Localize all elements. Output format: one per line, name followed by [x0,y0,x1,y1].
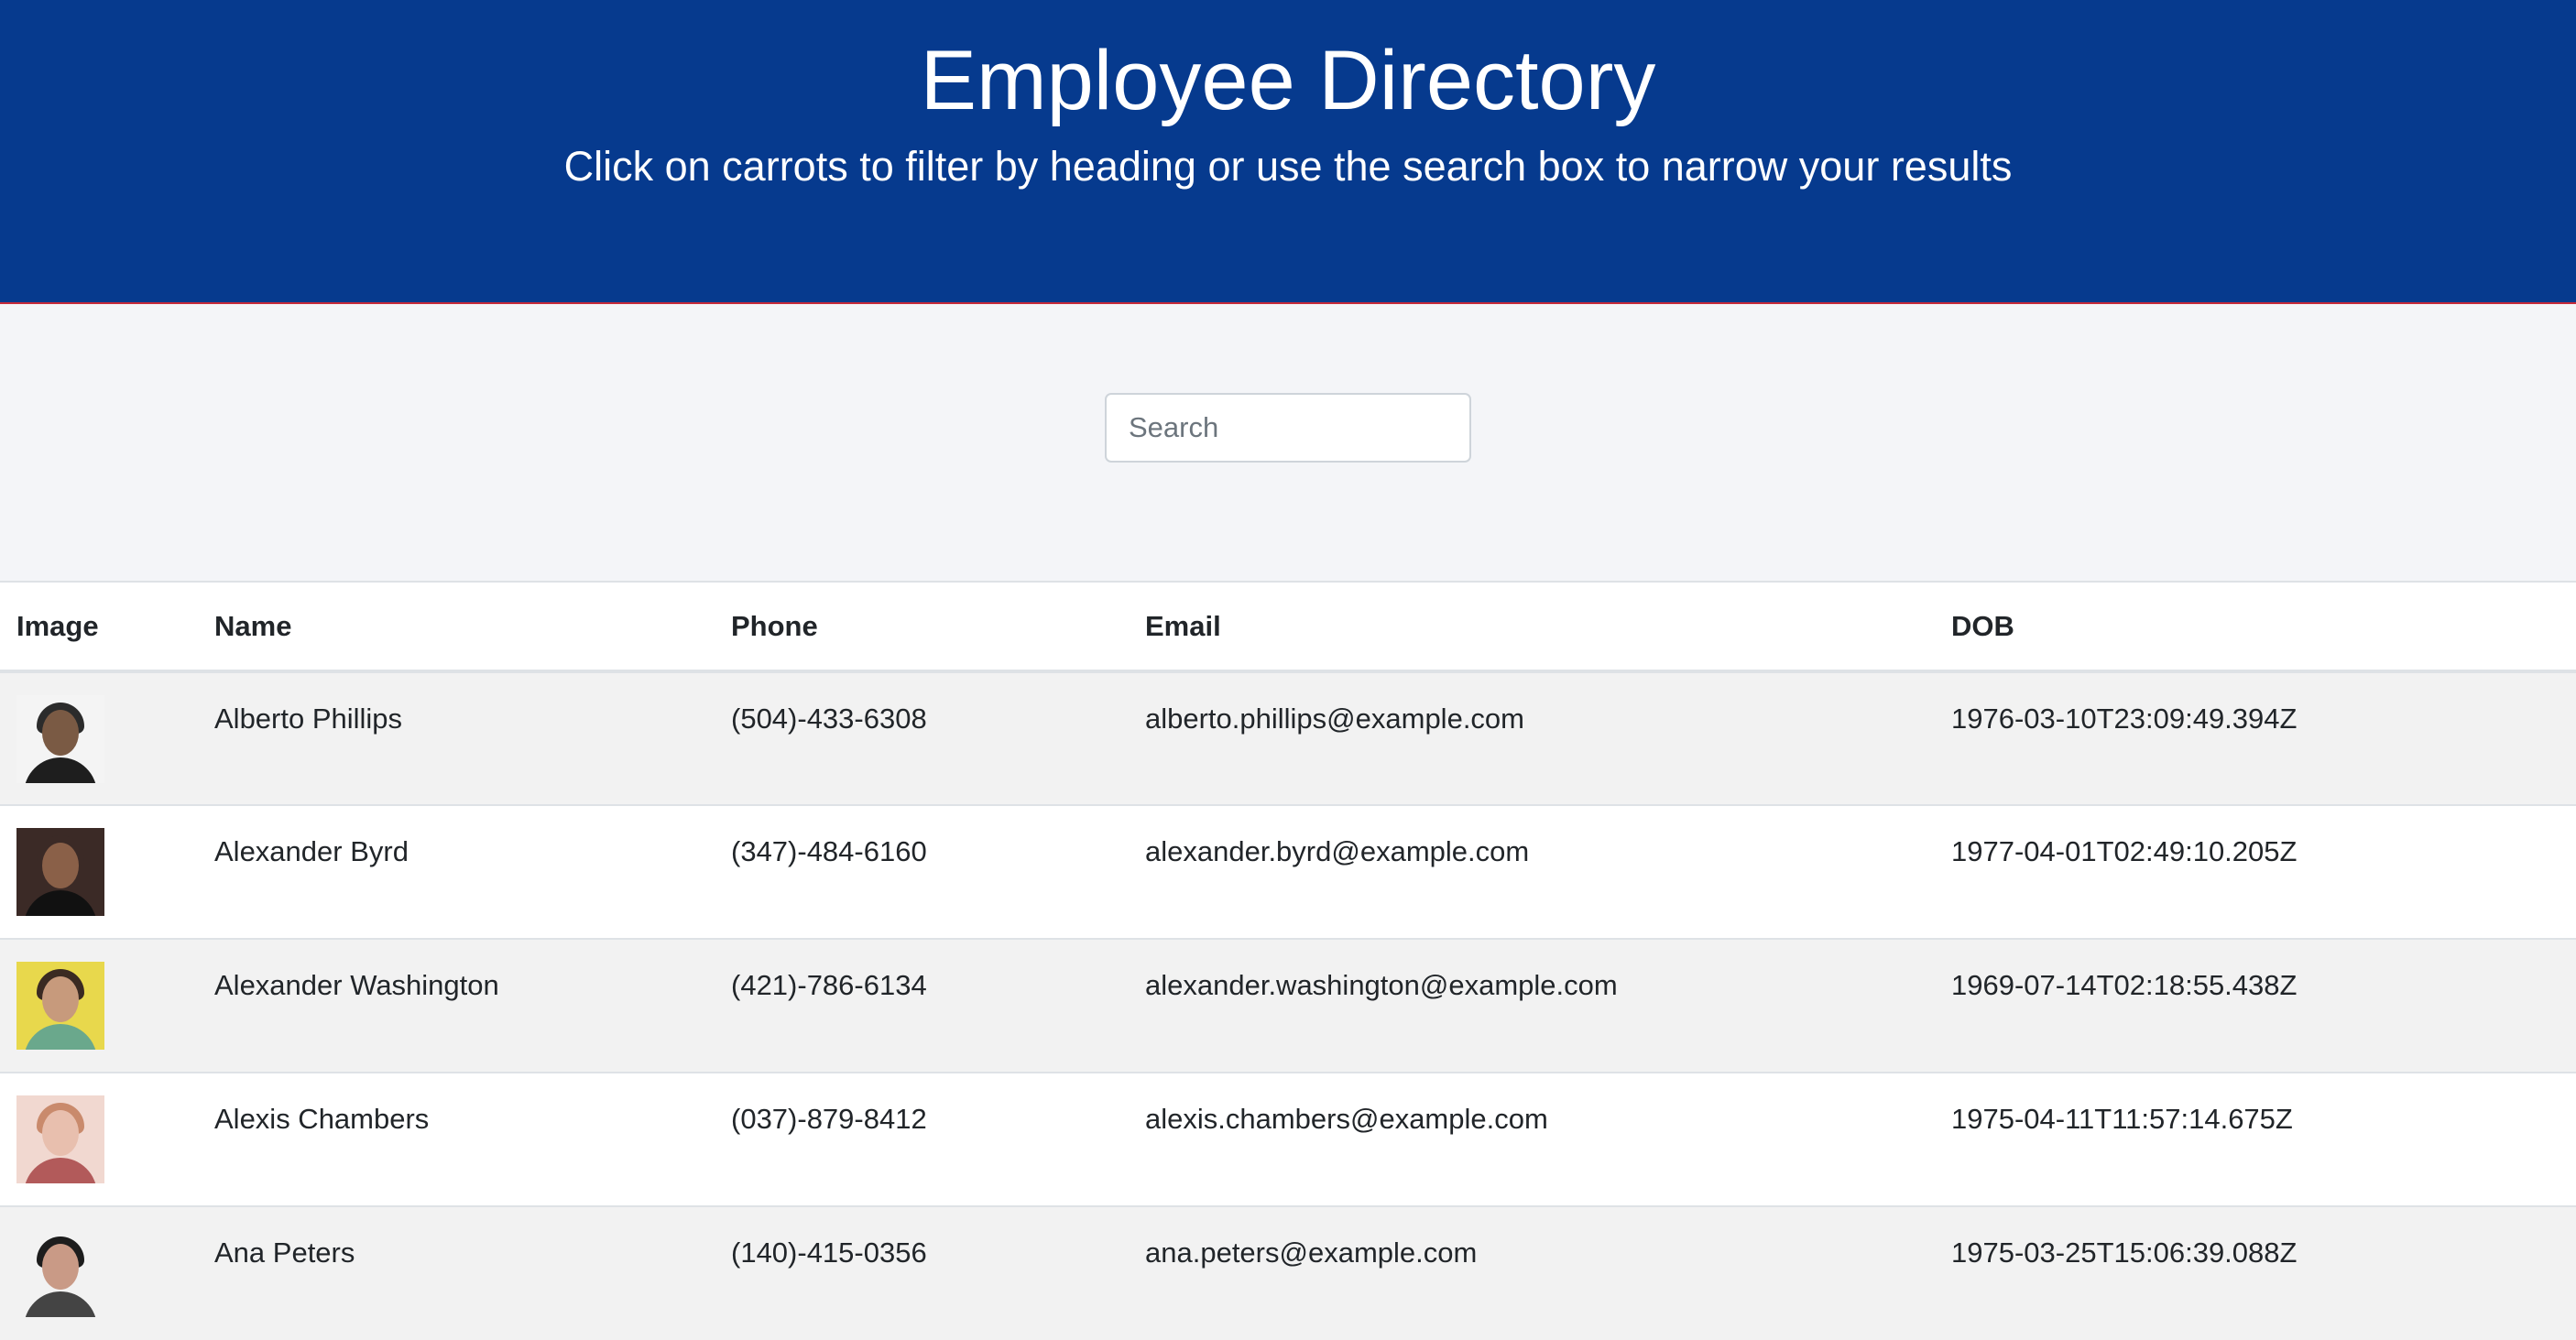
dob-cell: 1975-04-11T11:57:14.675Z [1935,1072,2576,1206]
table-row: Ana Peters (140)-415-0356 ana.peters@exa… [0,1205,2576,1340]
table-header: Image Name Phone Email DOB [0,581,2576,673]
avatar-shoulders [24,1024,97,1050]
image-cell [0,1072,198,1206]
phone-cell: (347)-484-6160 [715,804,1129,939]
dob-cell: 1969-07-14T02:18:55.438Z [1935,938,2576,1073]
avatar-shoulders [24,890,97,916]
avatar-face [42,976,79,1022]
email-cell: alexander.washington@example.com [1129,938,1935,1073]
email-cell: alberto.phillips@example.com [1129,670,1935,805]
image-cell [0,1205,198,1340]
image-cell [0,938,198,1073]
avatar [16,695,104,783]
column-header-phone[interactable]: Phone [715,581,1129,673]
avatar [16,962,104,1050]
employee-table: Image Name Phone Email DOB Alberto Phill… [0,581,2576,1340]
table-header-row: Image Name Phone Email DOB [0,581,2576,673]
table-row: Alberto Phillips (504)-433-6308 alberto.… [0,670,2576,805]
table-row: Alexis Chambers (037)-879-8412 alexis.ch… [0,1072,2576,1206]
search-input[interactable] [1105,393,1471,463]
column-header-image[interactable]: Image [0,581,198,673]
name-cell: Alexander Byrd [198,804,715,939]
page-header: Employee Directory Click on carrots to f… [0,0,2576,304]
dob-cell: 1975-03-25T15:06:39.088Z [1935,1205,2576,1340]
column-header-label: Image [16,609,99,642]
avatar-face [42,843,79,888]
avatar-face [42,1244,79,1290]
column-header-name[interactable]: Name [198,581,715,673]
table-body: Alberto Phillips (504)-433-6308 alberto.… [0,670,2576,1340]
phone-cell: (037)-879-8412 [715,1072,1129,1206]
avatar-shoulders [24,1291,97,1317]
phone-cell: (140)-415-0356 [715,1205,1129,1340]
email-cell: ana.peters@example.com [1129,1205,1935,1340]
name-cell: Alexander Washington [198,938,715,1073]
dob-cell: 1976-03-10T23:09:49.394Z [1935,670,2576,805]
phone-cell: (504)-433-6308 [715,670,1129,805]
email-cell: alexander.byrd@example.com [1129,804,1935,939]
email-cell: alexis.chambers@example.com [1129,1072,1935,1206]
avatar [16,1229,104,1317]
name-cell: Alberto Phillips [198,670,715,805]
name-cell: Alexis Chambers [198,1072,715,1206]
avatar-shoulders [24,1158,97,1183]
column-header-email[interactable]: Email [1129,581,1935,673]
table-row: Alexander Washington (421)-786-6134 alex… [0,938,2576,1073]
name-cell: Ana Peters [198,1205,715,1340]
image-cell [0,670,198,805]
image-cell [0,804,198,939]
avatar-face [42,1110,79,1156]
avatar-face [42,710,79,756]
avatar [16,828,104,916]
search-container [1105,393,1471,463]
column-header-label: Email [1145,609,1221,642]
page-subtitle: Click on carrots to filter by heading or… [563,143,2013,190]
dob-cell: 1977-04-01T02:49:10.205Z [1935,804,2576,939]
column-header-label: DOB [1951,609,2014,642]
phone-cell: (421)-786-6134 [715,938,1129,1073]
column-header-label: Phone [731,609,818,642]
column-header-dob[interactable]: DOB [1935,581,2576,673]
avatar [16,1095,104,1183]
page-title: Employee Directory [920,34,1656,127]
column-header-label: Name [214,609,292,642]
avatar-shoulders [24,757,97,783]
table-row: Alexander Byrd (347)-484-6160 alexander.… [0,804,2576,939]
